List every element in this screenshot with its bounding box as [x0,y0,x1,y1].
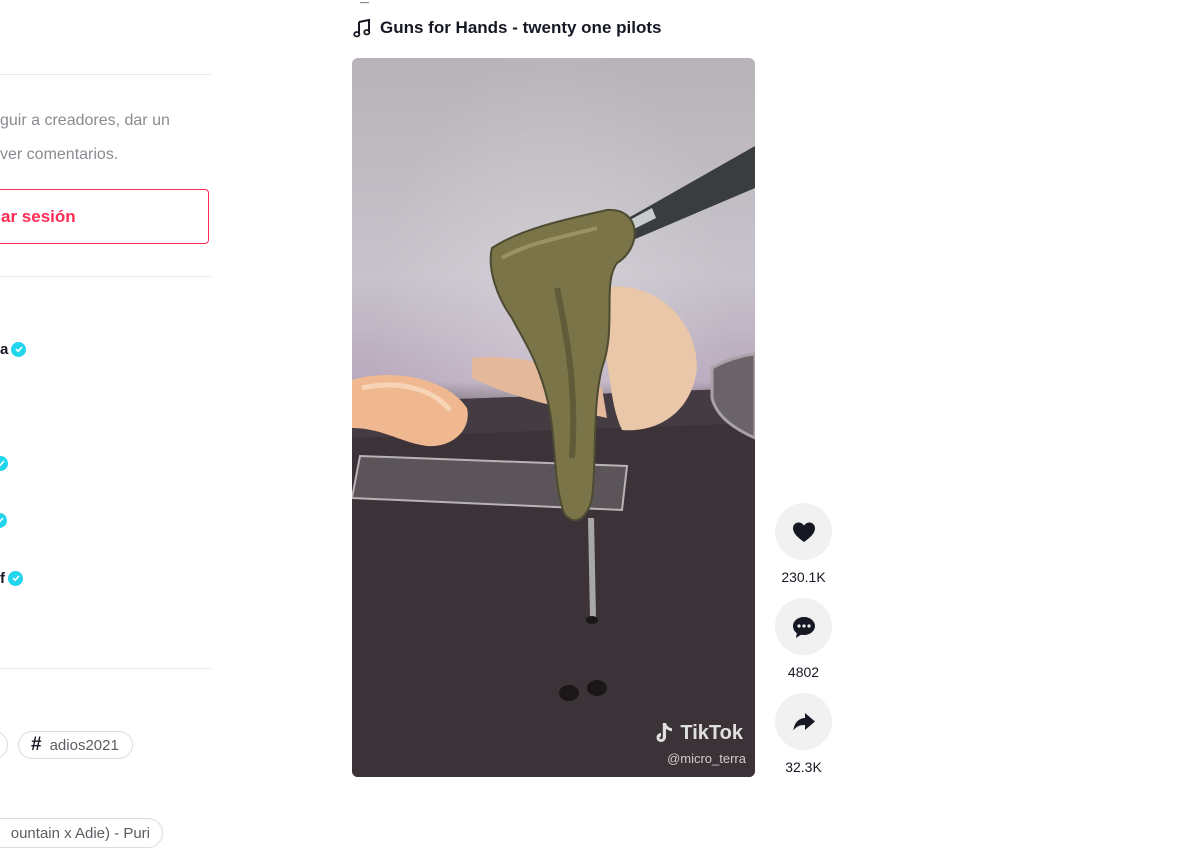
account-name: f [0,569,5,587]
tiktok-logo-icon [656,723,673,742]
watermark-brand: TikTok [680,721,743,744]
comment-action: 4802 [775,598,832,680]
suggested-account[interactable] [0,508,7,532]
hashtag-label: adios2021 [49,736,119,754]
login-prompt-line-1: guir a creadores, dar un [0,112,170,129]
divider [0,74,211,75]
like-count: 230.1K [781,569,826,585]
video-player[interactable]: TikTok @micro_terra [352,58,755,777]
verified-badge-icon [11,341,27,357]
divider [0,668,211,669]
login-prompt-line-2: ver comentarios. [0,146,119,163]
author-name[interactable]: _ [360,0,369,6]
suggested-account[interactable]: a [0,337,27,361]
verified-badge-icon [8,570,23,586]
verified-badge-icon [0,512,7,528]
comment-button[interactable] [775,598,832,655]
hashtag-pill[interactable]: # adios2021 [18,731,133,759]
hashtag-pill[interactable] [0,731,8,759]
share-count: 32.3K [785,759,822,775]
heart-icon [792,522,815,542]
verified-badge-icon [0,455,8,471]
suggested-account[interactable] [0,451,8,475]
divider [0,276,211,277]
share-arrow-icon [793,712,815,730]
watermark-username: @micro_terra [667,751,746,766]
comment-count: 4802 [787,664,820,680]
comment-icon [792,616,815,638]
login-prompt: guir a creadores, dar un ver comentarios… [0,104,211,172]
login-button-label: ar sesión [1,206,76,226]
account-name: a [0,340,9,358]
music-pill[interactable]: ountain x Adie) - Puri [0,818,163,848]
song-title: Guns for Hands - twenty one pilots [380,18,662,37]
music-note-icon [353,18,371,38]
share-button[interactable] [775,693,832,750]
video-frame [352,58,755,777]
share-action: 32.3K [775,693,832,775]
tiktok-watermark: TikTok [654,721,743,745]
like-action: 230.1K [775,503,832,585]
login-button[interactable]: ar sesión [0,189,209,244]
suggested-account[interactable]: f [0,566,23,590]
music-pill-label: ountain x Adie) - Puri [10,824,150,842]
hashtag-icon: # [31,734,42,755]
song-link[interactable]: Guns for Hands - twenty one pilots [352,15,661,41]
like-button[interactable] [775,503,832,560]
